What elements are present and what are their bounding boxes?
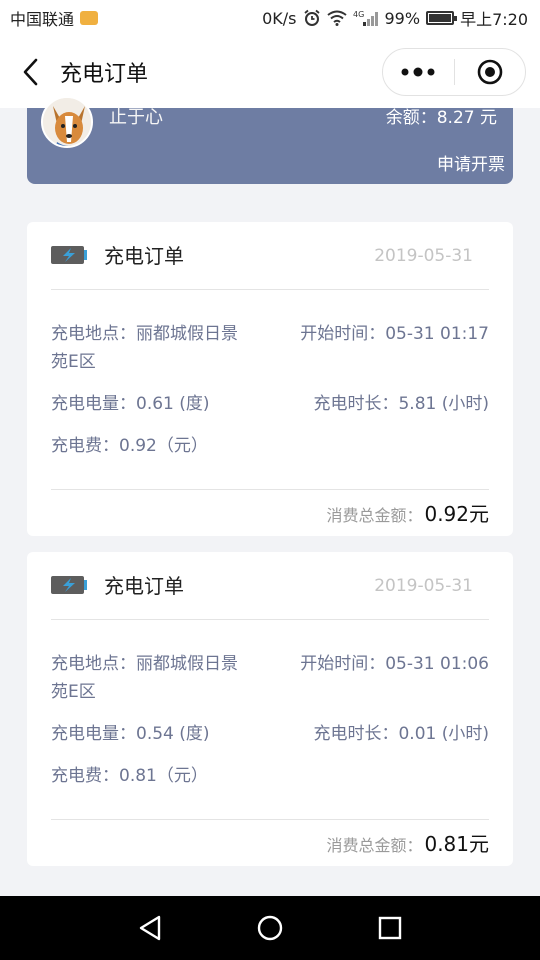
start-time-value: 05-31 01:06 [385,654,489,674]
start-time-value: 05-31 01:17 [385,324,489,344]
fee-value: 0.81（元） [119,766,208,786]
system-recents-button[interactable] [360,898,420,958]
charging-energy: 充电电量：0.61 (度) [51,390,210,418]
system-back-button[interactable] [120,898,180,958]
clock-time: 早上7:20 [460,10,528,29]
page-title: 充电订单 [60,62,149,87]
duration-value: 5.81 (小时) [398,394,489,414]
start-time-label: 开始时间： [300,324,386,344]
fee-label: 充电费： [51,436,119,456]
battery-percent: 99% [384,8,421,28]
target-icon [477,59,503,85]
charging-fee: 充电费：0.81（元） [51,762,208,790]
total-amount: 0.92元 [424,502,489,526]
card-divider [51,819,489,820]
eye-protect-icon [80,11,99,25]
more-dots-icon [401,67,435,77]
battery-icon [426,11,458,25]
start-time-label: 开始时间： [300,654,386,674]
card-divider [51,289,489,290]
signal-4g-icon: 4G [353,9,379,27]
fee-value: 0.92（元） [119,436,208,456]
status-bar: 中国联通 0K/s 4G 99% 早上7:20 [0,0,540,36]
location-label: 充电地点： [51,324,136,344]
charging-battery-icon [51,246,87,264]
order-total: 消费总金额： 0.81元 [326,828,489,857]
order-card[interactable]: 充电订单 2019-05-31 充电地点：丽都城假日景 苑E区 开始时间：05-… [27,222,513,536]
status-left: 中国联通 [10,6,99,30]
chevron-left-icon [23,58,38,86]
energy-value: 0.61 (度) [136,394,210,414]
location-value: 丽都城假日景 [136,324,238,344]
duration-label: 充电时长： [313,394,399,414]
battery-fill [429,14,451,22]
energy-label: 充电电量： [51,724,136,744]
charging-duration: 充电时长：0.01 (小时) [313,720,489,748]
card-divider [51,619,489,620]
charging-location: 充电地点：丽都城假日景 [51,650,238,678]
charging-location-cont: 苑E区 [51,682,96,702]
user-name: 止于心 [109,107,163,128]
order-card-header: 充电订单 2019-05-31 [27,222,513,290]
alarm-icon [303,9,321,27]
system-nav-bar [0,896,540,960]
circle-home-icon [257,915,283,941]
start-time: 开始时间：05-31 01:06 [300,650,489,678]
duration-value: 0.01 (小时) [398,724,489,744]
charging-fee: 充电费：0.92（元） [51,432,208,460]
location-label: 充电地点： [51,654,136,674]
energy-label: 充电电量： [51,394,136,414]
network-speed: 0K/s [262,8,297,28]
order-total: 消费总金额： 0.92元 [326,498,489,527]
more-button[interactable] [383,49,454,95]
svg-text:4G: 4G [353,10,364,19]
account-banner: 止于心 余额：8.27 元 申请开票 [27,96,513,184]
charging-location: 充电地点：丽都城假日景 [51,320,238,348]
triangle-back-icon [139,915,161,941]
card-divider [51,489,489,490]
square-recents-icon [378,916,402,940]
request-invoice-button[interactable]: 申请开票 [437,154,505,176]
account-balance: 余额：8.27 元 [385,108,497,128]
charging-location-cont: 苑E区 [51,352,96,372]
order-title: 充电订单 [104,574,184,598]
mini-program-capsule [382,48,526,96]
charging-energy: 充电电量：0.54 (度) [51,720,210,748]
total-amount: 0.81元 [424,832,489,856]
location-value: 丽都城假日景 [136,654,238,674]
duration-label: 充电时长： [313,724,399,744]
total-label: 消费总金额： [326,836,423,855]
fee-label: 充电费： [51,766,119,786]
wifi-icon [326,10,347,26]
order-date: 2019-05-31 [374,576,473,596]
system-home-button[interactable] [240,898,300,958]
charging-duration: 充电时长：5.81 (小时) [313,390,489,418]
total-label: 消费总金额： [326,506,423,525]
start-time: 开始时间：05-31 01:17 [300,320,489,348]
order-card-header: 充电订单 2019-05-31 [27,552,513,620]
status-right: 0K/s 4G 99% 早上7:20 [262,6,528,30]
carrier-name: 中国联通 [10,10,75,29]
order-date: 2019-05-31 [374,246,473,266]
energy-value: 0.54 (度) [136,724,210,744]
avatar [41,96,93,148]
order-title: 充电订单 [104,244,184,268]
charging-battery-icon [51,576,87,594]
back-button[interactable] [0,36,60,108]
close-miniprogram-button[interactable] [455,49,526,95]
nav-bar: 充电订单 [0,36,540,108]
order-card[interactable]: 充电订单 2019-05-31 充电地点：丽都城假日景 苑E区 开始时间：05-… [27,552,513,866]
